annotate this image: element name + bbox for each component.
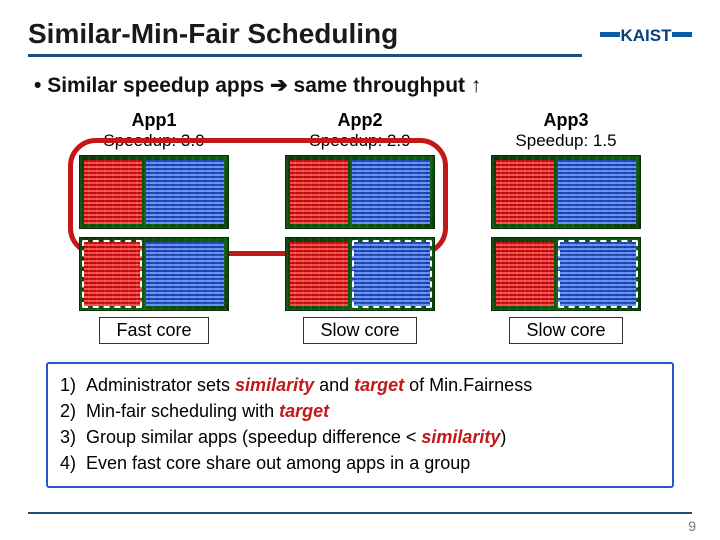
step-number: 2) [60, 398, 86, 424]
bullet-text: Similar speedup apps ➔ same throughput ↑ [47, 74, 481, 97]
cores-row: Fast core Slow core Slow core [28, 237, 692, 344]
logo-text: KAIST [621, 26, 673, 45]
app-name: App3 [544, 110, 589, 131]
step-item: 3) Group similar apps (speedup differenc… [60, 424, 660, 450]
app-name: App1 [132, 110, 177, 131]
app-name: App2 [338, 110, 383, 131]
app-column: App2 Speedup: 2.9 [275, 110, 445, 229]
core-label: Slow core [303, 317, 416, 344]
core-column: Slow core [481, 237, 651, 344]
kaist-logo: KAIST [600, 22, 692, 53]
app-chip-diagram [285, 155, 435, 229]
app-speedup: Speedup: 3.0 [103, 131, 204, 151]
assigned-core-outline [82, 240, 142, 308]
step-number: 1) [60, 372, 86, 398]
step-item: 4) Even fast core share out among apps i… [60, 450, 660, 476]
core-chip-diagram [285, 237, 435, 311]
core-column: Slow core [275, 237, 445, 344]
step-text: Group similar apps (speedup difference <… [86, 424, 506, 450]
core-chip-diagram [79, 237, 229, 311]
step-text: Even fast core share out among apps in a… [86, 450, 470, 476]
step-item: 2) Min-fair scheduling with target [60, 398, 660, 424]
assigned-core-outline [352, 240, 432, 308]
app-speedup: Speedup: 2.9 [309, 131, 410, 151]
core-label: Fast core [99, 317, 208, 344]
step-item: 1) Administrator sets similarity and tar… [60, 372, 660, 398]
footer-divider [28, 512, 692, 514]
assigned-core-outline [558, 240, 638, 308]
step-number: 4) [60, 450, 86, 476]
apps-row: App1 Speedup: 3.0 App2 Speedup: 2.9 App3… [28, 110, 692, 229]
core-label: Slow core [509, 317, 622, 344]
page-number: 9 [688, 518, 696, 534]
app-speedup: Speedup: 1.5 [515, 131, 616, 151]
main-bullet: • Similar speedup apps ➔ same throughput… [34, 73, 692, 98]
app-column: App1 Speedup: 3.0 [69, 110, 239, 229]
steps-box: 1) Administrator sets similarity and tar… [46, 362, 674, 488]
app-chip-diagram [79, 155, 229, 229]
step-text: Administrator sets similarity and target… [86, 372, 532, 398]
step-number: 3) [60, 424, 86, 450]
slide-title: Similar-Min-Fair Scheduling [28, 18, 582, 57]
slide: Similar-Min-Fair Scheduling KAIST • Simi… [0, 0, 720, 488]
app-chip-diagram [491, 155, 641, 229]
core-chip-diagram [491, 237, 641, 311]
app-column: App3 Speedup: 1.5 [481, 110, 651, 229]
step-text: Min-fair scheduling with target [86, 398, 329, 424]
core-column: Fast core [69, 237, 239, 344]
title-row: Similar-Min-Fair Scheduling KAIST [28, 18, 692, 71]
